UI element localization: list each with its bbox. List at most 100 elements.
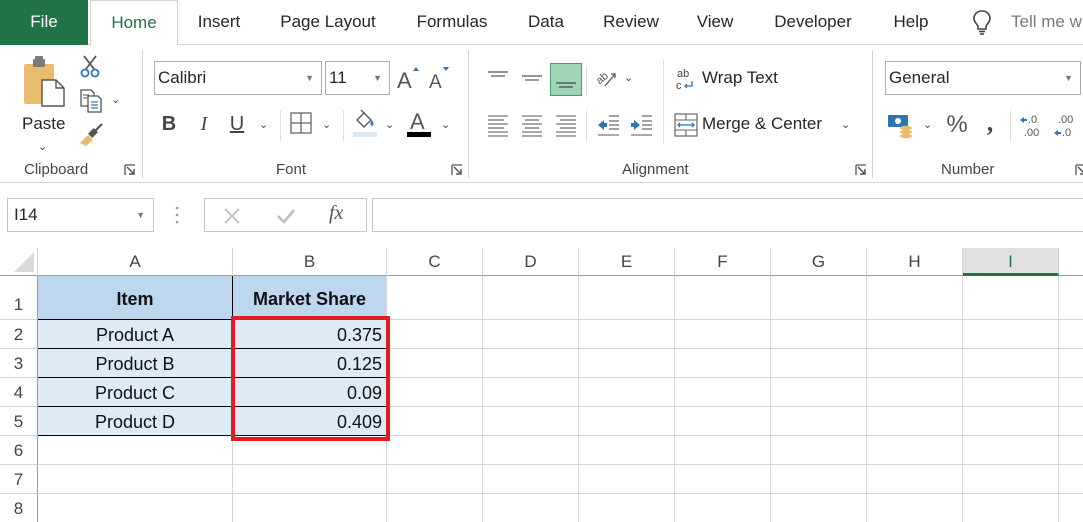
font-dialog-launcher-icon[interactable] <box>451 164 463 176</box>
cell-e3[interactable] <box>579 349 675 378</box>
paste-button[interactable]: Paste ⌄ <box>14 54 70 164</box>
cancel-icon[interactable] <box>223 207 241 225</box>
font-name-dropdown[interactable]: Calibri ▼ <box>154 61 322 95</box>
cell-d8[interactable] <box>483 494 579 522</box>
cell-d6[interactable] <box>483 436 579 465</box>
copy-button[interactable] <box>78 88 104 114</box>
formula-bar-resize-handle-icon[interactable] <box>175 205 179 225</box>
cell-h6[interactable] <box>867 436 963 465</box>
bold-button[interactable]: B <box>158 110 180 138</box>
cell-e5[interactable] <box>579 407 675 436</box>
cell-c2[interactable] <box>387 320 483 349</box>
cell-a1-header-item[interactable]: Item <box>38 276 233 320</box>
cell-a8[interactable] <box>38 494 233 522</box>
cell-d7[interactable] <box>483 465 579 494</box>
cell-h7[interactable] <box>867 465 963 494</box>
row-header-2[interactable]: 2 <box>0 320 38 349</box>
cell-c5[interactable] <box>387 407 483 436</box>
name-box[interactable]: I14 ▼ <box>7 198 154 232</box>
cell-next5[interactable] <box>1059 407 1083 436</box>
cell-i8[interactable] <box>963 494 1059 522</box>
increase-font-size-button[interactable]: A <box>396 64 420 92</box>
cell-e6[interactable] <box>579 436 675 465</box>
cell-b2[interactable]: 0.375 <box>233 320 387 349</box>
alignment-dialog-launcher-icon[interactable] <box>855 164 867 176</box>
cell-i6[interactable] <box>963 436 1059 465</box>
cell-b1-header-market-share[interactable]: Market Share <box>233 276 387 320</box>
cell-a3[interactable]: Product B <box>38 349 233 378</box>
row-header-3[interactable]: 3 <box>0 349 38 378</box>
tab-home[interactable]: Home <box>90 0 178 46</box>
column-header-c[interactable]: C <box>387 248 483 276</box>
orientation-button[interactable]: ab <box>594 64 620 92</box>
column-header-h[interactable]: H <box>867 248 963 276</box>
column-header-g[interactable]: G <box>771 248 867 276</box>
cell-f4[interactable] <box>675 378 771 407</box>
cell-i4[interactable] <box>963 378 1059 407</box>
tab-page-layout[interactable]: Page Layout <box>266 0 390 45</box>
cell-h2[interactable] <box>867 320 963 349</box>
cell-c7[interactable] <box>387 465 483 494</box>
cell-b3[interactable]: 0.125 <box>233 349 387 378</box>
cell-a6[interactable] <box>38 436 233 465</box>
borders-dropdown-icon[interactable]: ⌄ <box>322 118 331 131</box>
cell-d4[interactable] <box>483 378 579 407</box>
column-header-a[interactable]: A <box>38 248 233 276</box>
column-header-next[interactable] <box>1059 248 1083 276</box>
format-painter-button[interactable] <box>78 122 104 148</box>
cell-h4[interactable] <box>867 378 963 407</box>
column-header-i[interactable]: I <box>963 248 1059 276</box>
cell-h1[interactable] <box>867 276 963 320</box>
comma-style-button[interactable]: , <box>980 108 1000 138</box>
cell-b5[interactable]: 0.409 <box>233 407 387 436</box>
cell-g5[interactable] <box>771 407 867 436</box>
cell-i7[interactable] <box>963 465 1059 494</box>
cell-next6[interactable] <box>1059 436 1083 465</box>
row-header-5[interactable]: 5 <box>0 407 38 436</box>
cell-g8[interactable] <box>771 494 867 522</box>
tab-insert[interactable]: Insert <box>184 0 254 45</box>
cell-next1[interactable] <box>1059 276 1083 320</box>
select-all-button[interactable] <box>0 248 38 276</box>
bottom-align-button[interactable] <box>550 63 582 96</box>
enter-check-icon[interactable] <box>276 207 296 225</box>
italic-button[interactable]: I <box>193 110 215 138</box>
cell-d5[interactable] <box>483 407 579 436</box>
tab-developer[interactable]: Developer <box>760 0 866 45</box>
cell-e8[interactable] <box>579 494 675 522</box>
cell-h8[interactable] <box>867 494 963 522</box>
cell-c3[interactable] <box>387 349 483 378</box>
tab-view[interactable]: View <box>686 0 744 45</box>
underline-dropdown-icon[interactable]: ⌄ <box>259 118 268 131</box>
cell-b6[interactable] <box>233 436 387 465</box>
tab-data[interactable]: Data <box>516 0 576 45</box>
cell-e4[interactable] <box>579 378 675 407</box>
column-header-e[interactable]: E <box>579 248 675 276</box>
cell-f1[interactable] <box>675 276 771 320</box>
cell-i1[interactable] <box>963 276 1059 320</box>
cell-e7[interactable] <box>579 465 675 494</box>
cell-e2[interactable] <box>579 320 675 349</box>
cell-g6[interactable] <box>771 436 867 465</box>
cell-b7[interactable] <box>233 465 387 494</box>
cell-next4[interactable] <box>1059 378 1083 407</box>
accounting-format-button[interactable] <box>887 110 915 140</box>
orientation-dropdown-icon[interactable]: ⌄ <box>624 71 633 84</box>
percent-style-button[interactable]: % <box>944 110 970 140</box>
underline-button[interactable]: U <box>226 110 248 138</box>
fill-color-dropdown-icon[interactable]: ⌄ <box>385 118 394 131</box>
cell-next2[interactable] <box>1059 320 1083 349</box>
cut-button[interactable] <box>78 54 102 78</box>
cell-next8[interactable] <box>1059 494 1083 522</box>
top-align-button[interactable] <box>484 62 512 94</box>
row-header-1[interactable]: 1 <box>0 276 38 320</box>
merge-center-dropdown-icon[interactable]: ⌄ <box>841 118 850 131</box>
row-header-7[interactable]: 7 <box>0 465 38 494</box>
tab-file[interactable]: File <box>0 0 88 45</box>
insert-function-button[interactable]: fx <box>329 202 343 225</box>
borders-button[interactable] <box>289 111 313 135</box>
row-header-4[interactable]: 4 <box>0 378 38 407</box>
cell-g4[interactable] <box>771 378 867 407</box>
cell-g1[interactable] <box>771 276 867 320</box>
cell-f7[interactable] <box>675 465 771 494</box>
